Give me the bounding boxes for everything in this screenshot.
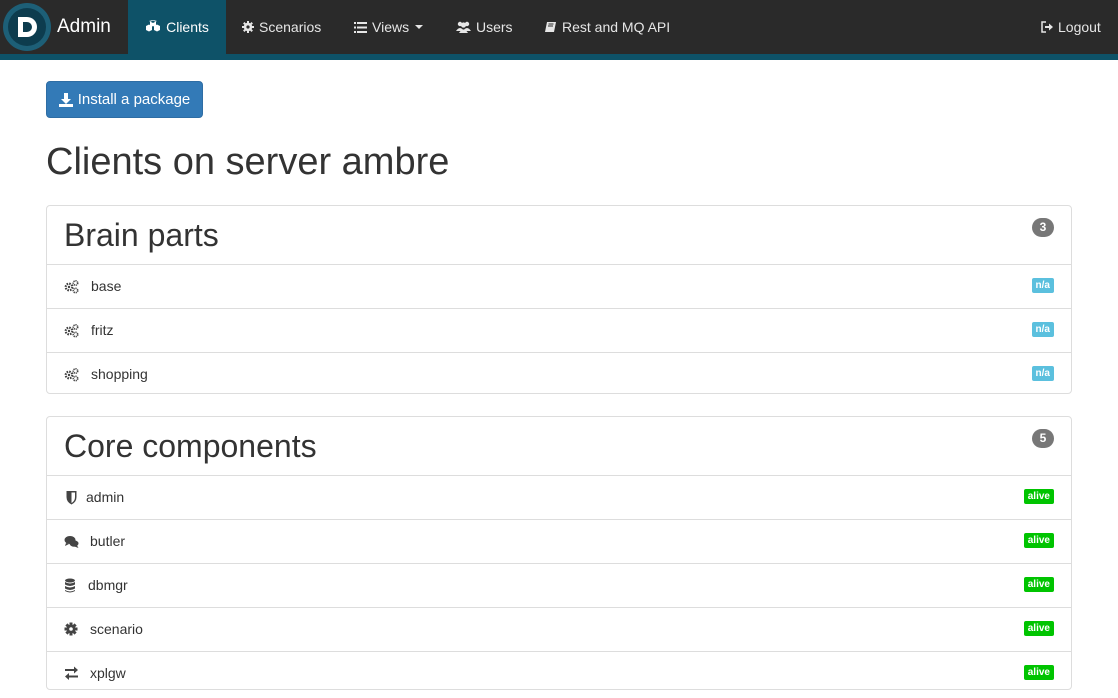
nav-users-label: Users [476,19,513,35]
panel-heading: Brain parts 3 [47,206,1071,265]
core-components-panel: Core components 5 admin alive butler ali… [46,416,1072,690]
nav-users[interactable]: Users [456,0,513,54]
page-title: Clients on server ambre [46,141,450,183]
status-badge: alive [1023,665,1054,680]
client-name: xplgw [90,665,126,681]
gear-icon [242,21,254,33]
navbar-accent-stripe [0,54,1118,60]
client-row[interactable]: base n/a [47,265,1071,309]
client-name: shopping [91,366,148,382]
nav-clients-label: Clients [166,19,209,35]
count-badge: 5 [1032,429,1054,448]
list-icon [354,21,367,33]
book-icon [545,22,556,32]
nav-views-dropdown[interactable]: Views [354,0,424,54]
install-package-button[interactable]: Install a package [46,81,203,118]
install-package-label: Install a package [77,91,191,108]
client-row[interactable]: butler alive [47,520,1071,564]
count-badge: 3 [1032,218,1054,237]
client-row[interactable]: xplgw alive [47,652,1071,695]
brain-parts-panel: Brain parts 3 base n/a fritz n/a shoppin… [46,205,1072,394]
client-row[interactable]: dbmgr alive [47,564,1071,608]
nav-views-label: Views [372,19,410,35]
shield-icon [66,491,77,505]
gear-icon [64,622,78,636]
panel-title: Core components [64,428,317,464]
client-row[interactable]: shopping n/a [47,353,1071,396]
cogs-icon [64,323,79,338]
panel-heading: Core components 5 [47,417,1071,476]
status-badge: n/a [1031,322,1054,337]
nav-rest-mq-api-label: Rest and MQ API [562,19,671,35]
nav-rest-mq-api[interactable]: Rest and MQ API [545,0,670,54]
users-icon [456,21,471,33]
top-navbar: Admin Clients Scenarios Views Users Rest… [0,0,1118,54]
domogik-logo-icon [3,3,51,51]
status-badge: n/a [1031,366,1054,381]
nav-scenarios[interactable]: Scenarios [242,0,321,54]
brand-title: Admin [57,16,111,37]
cubes-icon [146,20,161,32]
database-icon [65,578,75,593]
panel-title: Brain parts [64,217,219,253]
status-badge: n/a [1031,278,1054,293]
status-badge: alive [1023,577,1054,592]
nav-clients[interactable]: Clients [128,0,226,54]
download-icon [58,92,73,107]
client-row[interactable]: scenario alive [47,608,1071,652]
sign-out-icon [1041,21,1053,33]
status-badge: alive [1023,489,1054,504]
cogs-icon [64,279,79,294]
comments-icon [64,536,79,548]
client-name: base [91,278,122,294]
client-name: butler [90,533,126,549]
status-badge: alive [1023,621,1054,636]
nav-scenarios-label: Scenarios [259,19,322,35]
status-badge: alive [1023,533,1054,548]
client-name: scenario [90,621,143,637]
client-row[interactable]: fritz n/a [47,309,1071,353]
cogs-icon [64,367,79,382]
logout-link[interactable]: Logout [1041,0,1101,54]
caret-down-icon [415,25,424,29]
client-name: admin [86,489,125,505]
logout-label: Logout [1058,19,1101,35]
client-name: dbmgr [88,577,128,593]
client-name: fritz [91,322,114,338]
client-row[interactable]: admin alive [47,476,1071,520]
exchange-icon [65,666,78,680]
